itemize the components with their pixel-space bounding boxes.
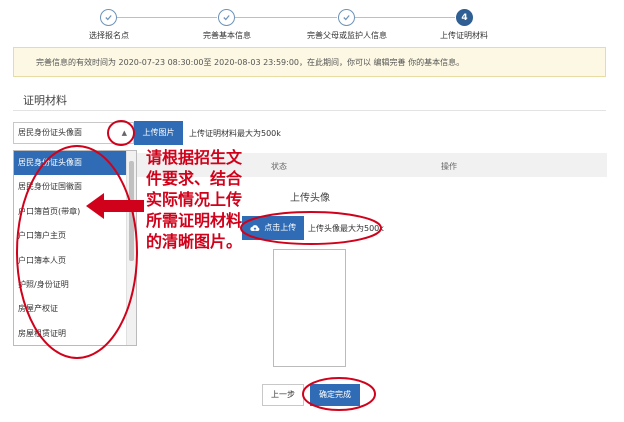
click-upload-label: 点击上传 [264, 223, 297, 232]
material-type-select[interactable]: 居民身份证头像面 ▲ [13, 122, 134, 144]
confirm-button[interactable]: 确定完成 [310, 384, 360, 406]
step-3-check-icon [338, 9, 355, 26]
section-title: 证明材料 [23, 94, 67, 107]
prev-step-button[interactable]: 上一步 [262, 384, 304, 406]
step-1-check-icon [100, 9, 117, 26]
step-2-check-icon [218, 9, 235, 26]
red-arrow-icon [86, 193, 144, 219]
validity-notice: 完善信息的有效时间为 2020-07-23 08:30:00至 2020-08-… [13, 47, 606, 77]
step-connector [235, 17, 337, 18]
material-type-selected-value: 居民身份证头像面 [18, 128, 82, 137]
cloud-upload-icon [250, 224, 260, 231]
avatar-upload-title: 上传头像 [290, 193, 330, 204]
step-1-label: 选择报名点 [89, 31, 129, 40]
status-column-header: 状态 [271, 162, 287, 171]
instruction-annotation: 请根据招生文件要求、结合实际情况上传所需证明材料的清晰图片。 [146, 148, 243, 251]
dropdown-option[interactable]: 户口簿户主页 [14, 224, 136, 248]
step-connector [355, 17, 455, 18]
upload-image-button[interactable]: 上传图片 [134, 121, 183, 145]
step-connector [117, 17, 217, 18]
step-4-label: 上传证明材料 [440, 31, 488, 40]
click-upload-button[interactable]: 点击上传 [242, 216, 304, 240]
dropdown-option[interactable]: 居民身份证头像面 [14, 151, 136, 176]
section-divider [13, 110, 606, 111]
material-type-dropdown[interactable]: 居民身份证头像面 居民身份证国徽面 户口簿首页(带章) 户口簿户主页 户口簿本人… [13, 150, 137, 346]
dropdown-scrollbar[interactable] [126, 151, 136, 345]
avatar-preview [273, 249, 346, 367]
step-2-label: 完善基本信息 [203, 31, 251, 40]
step-4-number: 4 [456, 9, 473, 26]
dropdown-option[interactable]: 户口簿本人页 [14, 249, 136, 273]
dropdown-option[interactable]: 房屋租赁证明 [14, 322, 136, 345]
dropdown-option[interactable]: 房屋产权证 [14, 297, 136, 321]
action-column-header: 操作 [441, 162, 457, 171]
progress-stepper: 4 选择报名点 完善基本信息 完善父母或监护人信息 上传证明材料 [0, 0, 624, 44]
step-3-label: 完善父母或监护人信息 [307, 31, 387, 40]
caret-up-icon: ▲ [121, 129, 127, 137]
upload-size-hint: 上传证明材料最大为500k [189, 129, 281, 138]
avatar-size-hint: 上传头像最大为500k [308, 224, 384, 233]
dropdown-option[interactable]: 护照/身份证明 [14, 273, 136, 297]
